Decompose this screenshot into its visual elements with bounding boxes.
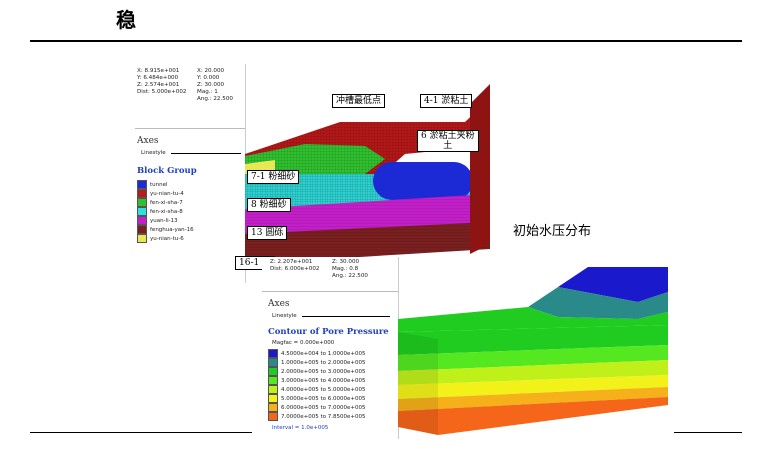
legend-swatch <box>268 412 278 421</box>
legend-item: 3.0000e+005 to 4.0000e+005 <box>268 376 366 385</box>
legend-item: fenghua-yan-16 <box>137 225 194 234</box>
legend-item: fen-xi-sha-8 <box>137 207 183 216</box>
contour-side-face <box>398 332 438 435</box>
legend-swatch <box>137 207 147 216</box>
pressure-info-panel: Z: 2.207e+001 Dist: 6.000e+002 Z: 30.000… <box>262 257 399 439</box>
legend-item: 5.0000e+005 to 6.0000e+005 <box>268 394 366 403</box>
legend-item: 1.0000e+005 to 2.0000e+005 <box>268 358 366 367</box>
legend-swatch <box>268 376 278 385</box>
legend-item: 6.0000e+005 to 7.0000e+005 <box>268 403 366 412</box>
legend-swatch <box>137 180 147 189</box>
callout-layer-13: 13 圆砾 <box>247 226 288 240</box>
legend-swatch <box>137 198 147 207</box>
block-linestyle-label: Linestyle <box>141 150 166 156</box>
pressure-linestyle-label: Linestyle <box>272 313 297 319</box>
legend-item: 4.0000e+005 to 5.0000e+005 <box>268 385 366 394</box>
pressure-linestyle-swatch <box>302 316 390 317</box>
callout-layer-7-1: 7-1 粉细砂 <box>247 170 300 184</box>
callout-trench-lowest: 冲槽最低点 <box>332 94 386 108</box>
pore-pressure-3d <box>398 267 668 435</box>
pressure-interval: Interval = 1.0e+005 <box>272 425 329 431</box>
tunnel <box>373 162 473 200</box>
legend-swatch <box>137 189 147 198</box>
block-legend-title: Block Group <box>137 166 197 176</box>
legend-swatch <box>268 394 278 403</box>
divider <box>135 128 245 129</box>
callout-layer-6: 6 淤粘土夹粉土 <box>417 130 479 152</box>
legend-item: 7.0000e+005 to 7.8500e+005 <box>268 412 366 421</box>
pore-pressure-screenshot: Z: 2.207e+001 Dist: 6.000e+002 Z: 30.000… <box>262 257 674 439</box>
legend-swatch <box>268 385 278 394</box>
top-rule <box>30 40 742 42</box>
legend-swatch <box>268 349 278 358</box>
block-linestyle-swatch <box>171 153 241 154</box>
legend-item: tunnel <box>137 180 168 189</box>
callout-layer-8: 8 粉细砂 <box>247 198 291 212</box>
callout-layer-4-1: 4-1 淤粘土 <box>420 94 473 108</box>
legend-swatch <box>137 216 147 225</box>
front-face <box>470 84 490 254</box>
legend-item: 4.5000e+004 to 1.0000e+005 <box>268 349 366 358</box>
pressure-info-col2: Z: 30.000 Mag.: 0.8 Ang.: 22.500 <box>332 259 368 279</box>
block-info-col2: X: 20.000 Y: 0.000 Z: 30.000 Mag.: 1 Ang… <box>197 68 233 102</box>
legend-item: yu-nian-tu-6 <box>137 234 184 243</box>
block-axes-label: Axes <box>137 136 159 146</box>
divider <box>262 291 398 292</box>
legend-swatch <box>137 225 147 234</box>
pressure-legend-title: Contour of Pore Pressure <box>268 327 389 337</box>
legend-item: yu-nian-tu-4 <box>137 189 184 198</box>
legend-swatch <box>268 358 278 367</box>
legend-item: yuan-li-13 <box>137 216 178 225</box>
block-info-panel: X: 8.915e+001 Y: 6.484e+000 Z: 2.574e+00… <box>135 64 246 283</box>
slide-title: 稳 <box>116 8 136 32</box>
legend-swatch <box>137 234 147 243</box>
legend-item: 2.0000e+005 to 3.0000e+005 <box>268 367 366 376</box>
legend-item: fen-xi-sha-7 <box>137 198 183 207</box>
pressure-magfac: Magfac = 0.000e+000 <box>272 340 335 346</box>
block-info-col1: X: 8.915e+001 Y: 6.484e+000 Z: 2.574e+00… <box>137 68 187 95</box>
pressure-axes-label: Axes <box>268 299 290 309</box>
block-model-screenshot: X: 8.915e+001 Y: 6.484e+000 Z: 2.574e+00… <box>135 64 490 283</box>
legend-swatch <box>268 403 278 412</box>
legend-swatch <box>268 367 278 376</box>
pressure-info-col1: Z: 2.207e+001 Dist: 6.000e+002 <box>270 259 320 272</box>
bottom-rule-left <box>30 432 252 433</box>
pore-pressure-caption: 初始水压分布 <box>513 224 592 239</box>
bottom-rule-right <box>672 432 742 433</box>
